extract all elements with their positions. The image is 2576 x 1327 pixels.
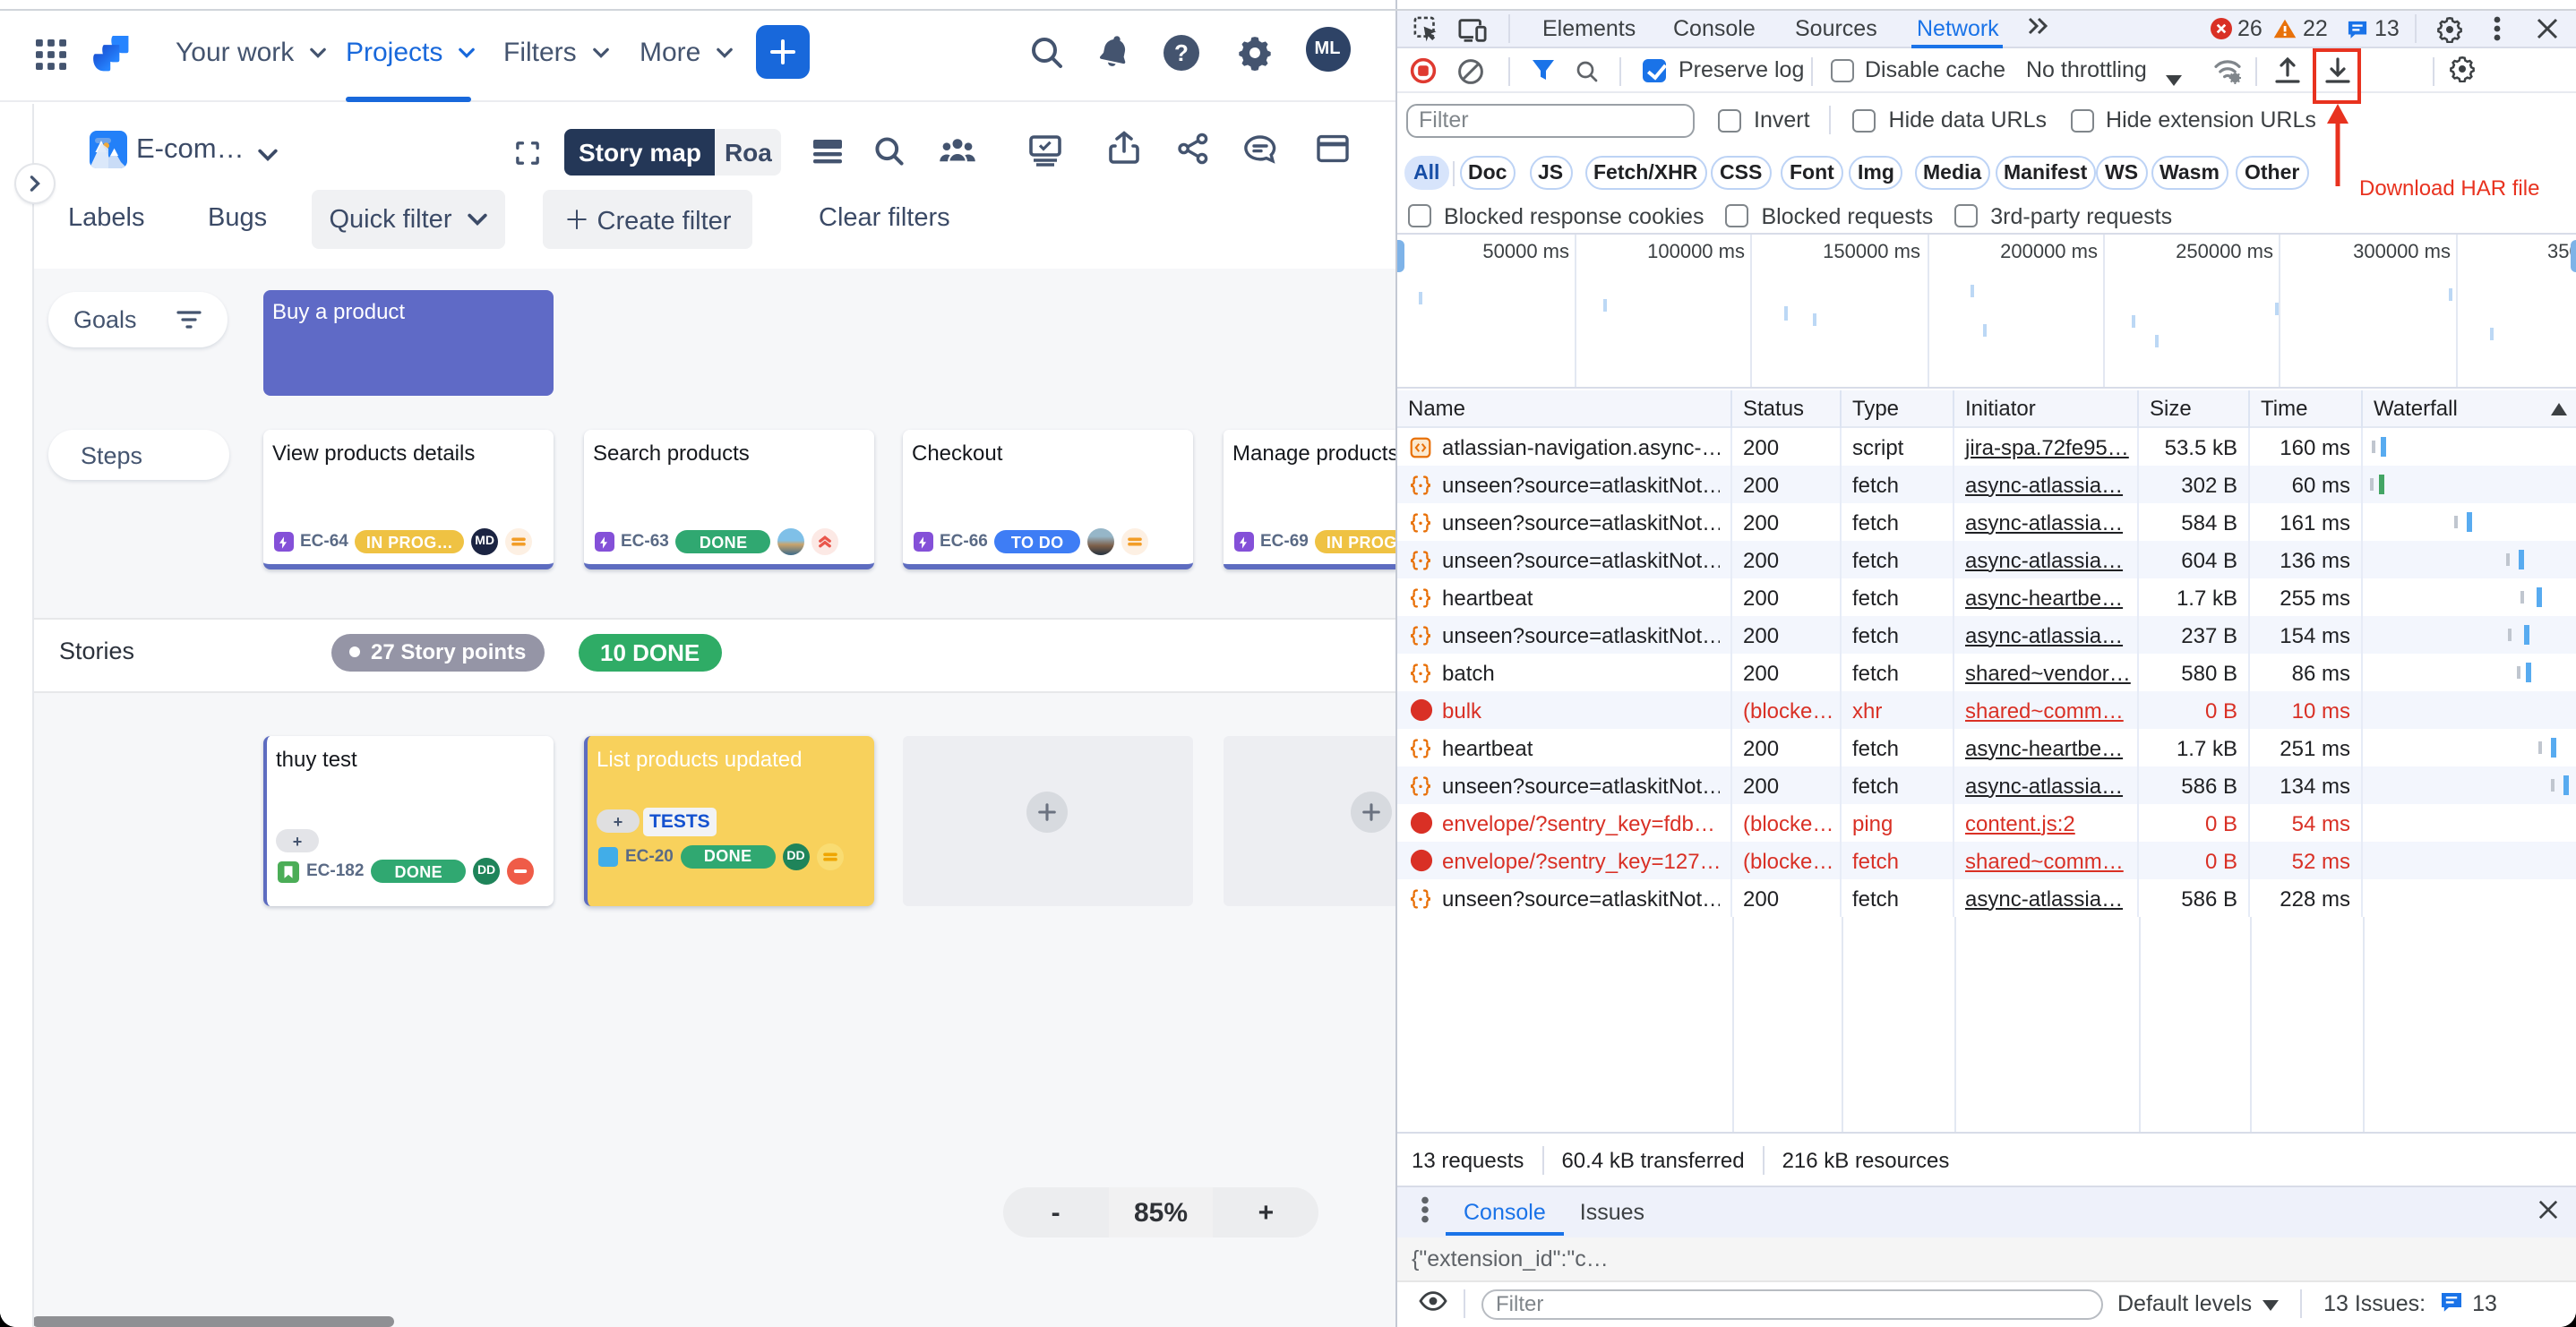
svg-text:?: ? xyxy=(1174,39,1189,66)
